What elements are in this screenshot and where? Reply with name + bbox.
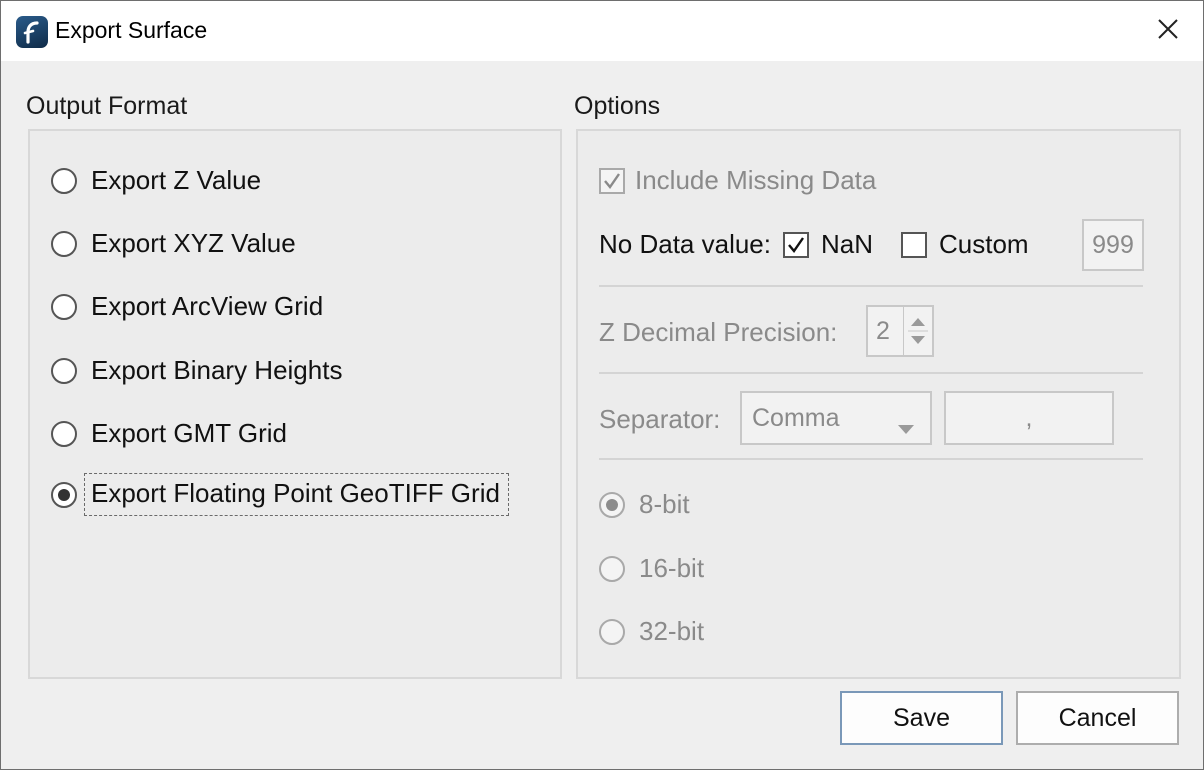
check-icon — [788, 236, 804, 253]
radio-button-selected[interactable] — [599, 491, 625, 518]
export-surface-dialog: Export Surface Output Format Export Z Va… — [0, 0, 1204, 770]
radio-label: 8-bit — [639, 489, 690, 519]
radio-label: 32-bit — [639, 616, 705, 646]
check-icon — [604, 172, 620, 189]
output-format-title: Output Format — [26, 92, 188, 120]
radio-button-selected[interactable] — [51, 481, 77, 508]
app-icon — [16, 16, 48, 48]
radio-export-arcview-grid[interactable]: Export ArcView Grid — [51, 291, 323, 322]
radio-button[interactable] — [599, 555, 625, 582]
radio-32-bit[interactable]: 32-bit — [599, 616, 704, 647]
radio-label: Export XYZ Value — [91, 228, 296, 258]
radio-button[interactable] — [599, 618, 625, 645]
radio-button[interactable] — [51, 357, 77, 384]
no-data-row: No Data value: NaN Custom — [599, 229, 1029, 260]
radio-export-binary-heights[interactable]: Export Binary Heights — [51, 355, 342, 386]
window-title: Export Surface — [55, 17, 208, 43]
radio-label: Export Z Value — [91, 165, 262, 195]
divider — [599, 285, 1143, 287]
title-bar: Export Surface — [1, 1, 1203, 61]
radio-label: 16-bit — [639, 553, 705, 583]
focus-indicator: Export Floating Point GeoTIFF Grid — [84, 473, 509, 516]
z-precision-spinner[interactable]: 2 — [866, 305, 934, 357]
z-precision-value: 2 — [876, 316, 890, 345]
radio-button[interactable] — [51, 230, 77, 257]
radio-16-bit[interactable]: 16-bit — [599, 553, 704, 584]
divider — [599, 372, 1143, 374]
radio-button[interactable] — [51, 420, 77, 447]
options-panel: Include Missing Data No Data value: NaN … — [576, 129, 1181, 679]
separator-value-input[interactable]: , — [944, 391, 1114, 445]
separator-label: Separator: — [599, 404, 721, 434]
custom-value-input[interactable]: 999 — [1082, 219, 1144, 271]
radio-export-gmt-grid[interactable]: Export GMT Grid — [51, 418, 287, 449]
custom-checkbox[interactable] — [901, 231, 927, 258]
custom-label: Custom — [939, 229, 1029, 259]
radio-button[interactable] — [51, 167, 77, 194]
radio-label: Export ArcView Grid — [91, 291, 324, 321]
nan-label: NaN — [820, 229, 873, 259]
radio-export-xyz-value[interactable]: Export XYZ Value — [51, 228, 296, 259]
options-title: Options — [574, 92, 661, 120]
include-missing-data-label: Include Missing Data — [635, 165, 877, 195]
radio-export-z-value[interactable]: Export Z Value — [51, 165, 261, 196]
spinner-up-down-icon — [908, 318, 928, 344]
divider — [599, 458, 1143, 460]
radio-export-geotiff-grid[interactable]: Export Floating Point GeoTIFF Grid — [51, 473, 509, 516]
output-format-panel: Export Z Value Export XYZ Value Export A… — [28, 129, 562, 679]
include-missing-data-row[interactable]: Include Missing Data — [599, 165, 876, 196]
nan-checkbox[interactable] — [782, 231, 809, 258]
radio-label: Export Binary Heights — [91, 355, 343, 385]
cancel-button[interactable]: Cancel — [1016, 691, 1179, 745]
spinner-arrows[interactable] — [903, 307, 932, 355]
radio-label: Export GMT Grid — [91, 418, 288, 448]
include-missing-data-checkbox[interactable] — [599, 167, 625, 194]
radio-8-bit[interactable]: 8-bit — [599, 489, 690, 520]
radio-button[interactable] — [51, 293, 77, 320]
separator-dropdown[interactable]: Comma — [740, 391, 932, 445]
close-icon — [1157, 18, 1179, 45]
separator-selected: Comma — [752, 403, 840, 432]
chevron-down-icon — [898, 413, 914, 442]
z-precision-label: Z Decimal Precision: — [599, 317, 838, 347]
close-button[interactable] — [1133, 1, 1203, 61]
radio-label: Export Floating Point GeoTIFF Grid — [91, 478, 500, 508]
save-button[interactable]: Save — [840, 691, 1003, 745]
no-data-label: No Data value: — [599, 229, 771, 259]
